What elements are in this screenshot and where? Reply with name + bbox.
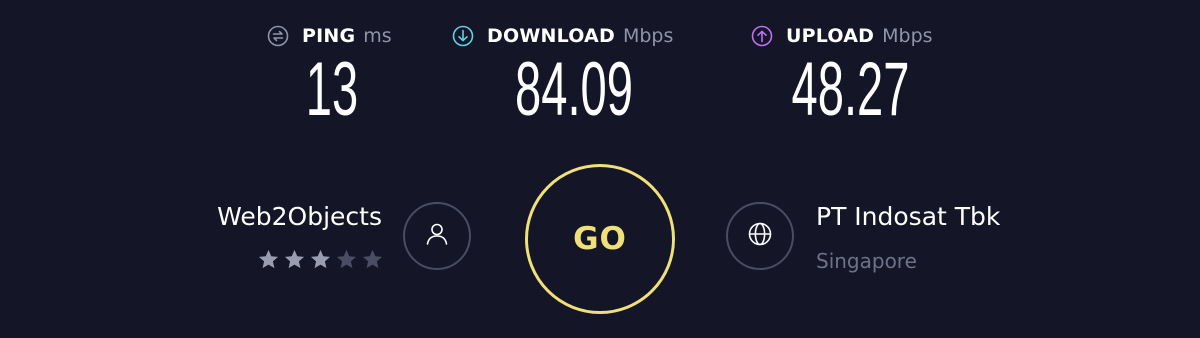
upload-arrow-icon: [751, 25, 773, 47]
upload-metric: UPLOAD Mbps 48.27: [751, 22, 933, 128]
upload-label: UPLOAD: [786, 25, 875, 47]
ping-value: 13: [305, 47, 359, 132]
star-filled-icon: [284, 249, 305, 269]
ping-label: PING: [302, 25, 356, 47]
star-empty-icon: [362, 249, 383, 269]
download-unit: Mbps: [622, 25, 674, 47]
star-filled-icon: [258, 249, 279, 269]
ping-header: PING ms: [267, 22, 392, 50]
ping-icon: [267, 25, 289, 47]
host-rating: [257, 248, 384, 271]
download-label: DOWNLOAD: [487, 25, 615, 47]
go-label: GO: [573, 221, 627, 257]
speedtest-panel: PING ms 13 DOWNLOAD Mbps 84.09 UPLOAD Mb…: [0, 0, 1200, 338]
upload-header: UPLOAD Mbps: [751, 22, 933, 50]
ping-unit: ms: [363, 25, 392, 47]
download-metric: DOWNLOAD Mbps 84.09: [452, 22, 673, 128]
download-value: 84.09: [515, 47, 633, 132]
upload-unit: Mbps: [882, 25, 933, 47]
upload-value: 48.27: [791, 47, 910, 132]
provider-name: PT Indosat Tbk: [816, 202, 1001, 231]
ping-metric: PING ms 13: [267, 22, 392, 128]
host-name[interactable]: Web2Objects: [217, 202, 382, 231]
star-filled-icon: [310, 249, 331, 269]
globe-icon: [745, 219, 775, 253]
star-empty-icon: [336, 249, 357, 269]
download-arrow-icon: [452, 25, 474, 47]
go-button[interactable]: GO: [525, 164, 675, 314]
download-header: DOWNLOAD Mbps: [452, 22, 673, 50]
provider-location: Singapore: [816, 249, 917, 273]
provider-button[interactable]: [726, 202, 794, 270]
user-icon: [422, 219, 452, 253]
change-server-button[interactable]: [403, 202, 471, 270]
